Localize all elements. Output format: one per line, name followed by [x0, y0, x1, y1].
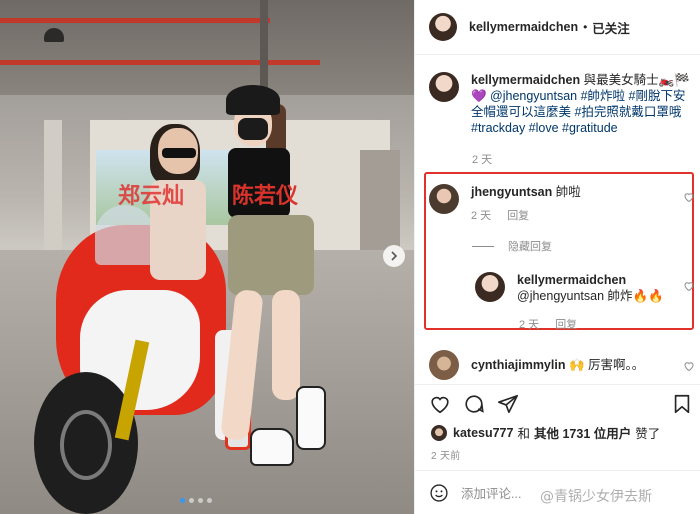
caption-username[interactable]: kellymermaidchen: [471, 73, 580, 87]
bucket-hat: [226, 85, 280, 115]
reply-like-button[interactable]: [683, 280, 695, 295]
comment-button[interactable]: [463, 393, 485, 415]
comment-avatar[interactable]: [429, 184, 459, 214]
emoji-icon[interactable]: [429, 483, 449, 503]
garage-ceiling: [0, 0, 414, 95]
comment-body: jhengyuntsan 帥啦 2 天 回复: [471, 184, 581, 224]
comment-text: 🙌 厉害啊。。: [568, 358, 645, 372]
caption-hashtags[interactable]: 💜 @jhengyuntsan #帥炸啦 #剛脫下安全帽還可以這麼美 #拍完照就…: [471, 89, 685, 135]
shorts: [228, 215, 314, 295]
avatar[interactable]: [429, 13, 457, 41]
caption-text: kellymermaidchen 與最美女騎士🏍️🏁 💜 @jhengyunts…: [471, 72, 691, 136]
likes-others-link[interactable]: 其他 1731 位用户: [534, 423, 631, 442]
comment-like-button[interactable]: [683, 191, 695, 206]
caption-line1: 與最美女騎士🏍️🏁: [583, 73, 690, 87]
reply-item: kellymermaidchen @jhengyuntsan 帥炸🔥🔥: [475, 272, 664, 304]
reply-reply-button[interactable]: 回复: [555, 316, 577, 332]
post-action-bar: [415, 384, 700, 424]
share-button[interactable]: [497, 393, 519, 415]
comment-item: cynthiajimmylin 🙌 厉害啊。。: [429, 350, 644, 380]
add-comment-input[interactable]: 添加评论...: [461, 483, 521, 502]
carousel-indicator: [180, 498, 212, 503]
comment-avatar[interactable]: [429, 350, 459, 380]
caption-avatar[interactable]: [429, 72, 459, 102]
comment-meta: 2 天 回复: [471, 208, 581, 224]
header-username[interactable]: kellymermaidchen: [469, 20, 578, 34]
likes-summary: katesu777 和 其他 1731 位用户 赞了: [431, 423, 660, 442]
send-icon: [498, 394, 518, 414]
comment-username[interactable]: jhengyuntsan: [471, 185, 552, 199]
name-label-left: 郑云灿: [118, 184, 185, 209]
post-side-panel: kellymermaidchen • 已关注 kellymermaidchen …: [414, 0, 700, 514]
sneaker: [296, 386, 326, 450]
door-frame: [360, 150, 400, 250]
person-right-leg: [272, 290, 300, 400]
reply-time: 2 天: [519, 319, 540, 331]
comment-item: jhengyuntsan 帥啦 2 天 回复: [429, 184, 581, 224]
comment-text: 帥啦: [555, 185, 581, 199]
motorcycle-windscreen: [95, 205, 155, 265]
carousel-dot: [189, 498, 194, 503]
reply-meta: 2 天 回复: [519, 316, 577, 332]
liker-username[interactable]: katesu777: [453, 426, 513, 440]
heart-icon: [431, 396, 449, 414]
bookmark-icon: [674, 394, 690, 414]
carousel-next-button[interactable]: [383, 245, 405, 267]
post-header: kellymermaidchen • 已关注: [415, 0, 700, 55]
comment-body: cynthiajimmylin 🙌 厉害啊。。: [471, 357, 644, 373]
liker-avatar[interactable]: [431, 424, 447, 441]
red-pipe: [0, 18, 270, 23]
heart-icon: [684, 362, 694, 372]
reply-avatar[interactable]: [475, 272, 505, 302]
red-pipe: [0, 60, 320, 65]
hide-replies-label: 隐藏回复: [508, 241, 552, 253]
reply-body: kellymermaidchen @jhengyuntsan 帥炸🔥🔥: [517, 272, 664, 304]
heart-icon: [684, 193, 694, 203]
wheel-rim: [60, 410, 112, 480]
face-mask: [238, 118, 268, 140]
sneaker: [250, 428, 294, 466]
save-button[interactable]: [671, 393, 693, 415]
separator: •: [583, 20, 588, 34]
likes-suffix: 赞了: [635, 427, 661, 441]
post-photo[interactable]: 郑云灿 陈若仪: [0, 0, 414, 514]
carousel-dot: [198, 498, 203, 503]
post-time: 2 天前: [431, 451, 461, 462]
hide-replies-toggle[interactable]: 隐藏回复: [472, 238, 552, 254]
reply-username[interactable]: kellymermaidchen: [517, 272, 664, 288]
divider-line: [472, 245, 494, 247]
pillar: [44, 120, 62, 260]
ceiling-lamp: [44, 28, 64, 42]
caption: kellymermaidchen 與最美女騎士🏍️🏁 💜 @jhengyunts…: [429, 72, 691, 136]
watermark: @青锅少女伊去斯: [540, 489, 652, 505]
caption-time: 2 天: [472, 154, 493, 166]
name-label-right: 陈若仪: [232, 184, 299, 209]
chevron-right-icon: [391, 251, 398, 261]
carousel-dot: [207, 498, 212, 503]
reply-text: @jhengyuntsan 帥炸🔥🔥: [517, 289, 664, 303]
follow-status-button[interactable]: 已关注: [592, 18, 630, 37]
comment-like-button[interactable]: [683, 360, 695, 375]
carousel-dot: [180, 498, 185, 503]
like-button[interactable]: [429, 393, 451, 415]
heart-icon: [684, 282, 694, 292]
likes-connector: 和: [517, 427, 530, 441]
reply-button[interactable]: 回复: [507, 208, 529, 224]
comment-time: 2 天: [471, 210, 492, 222]
comment-icon: [465, 395, 484, 413]
sunglasses: [162, 148, 196, 158]
comment-username[interactable]: cynthiajimmylin: [471, 358, 565, 372]
